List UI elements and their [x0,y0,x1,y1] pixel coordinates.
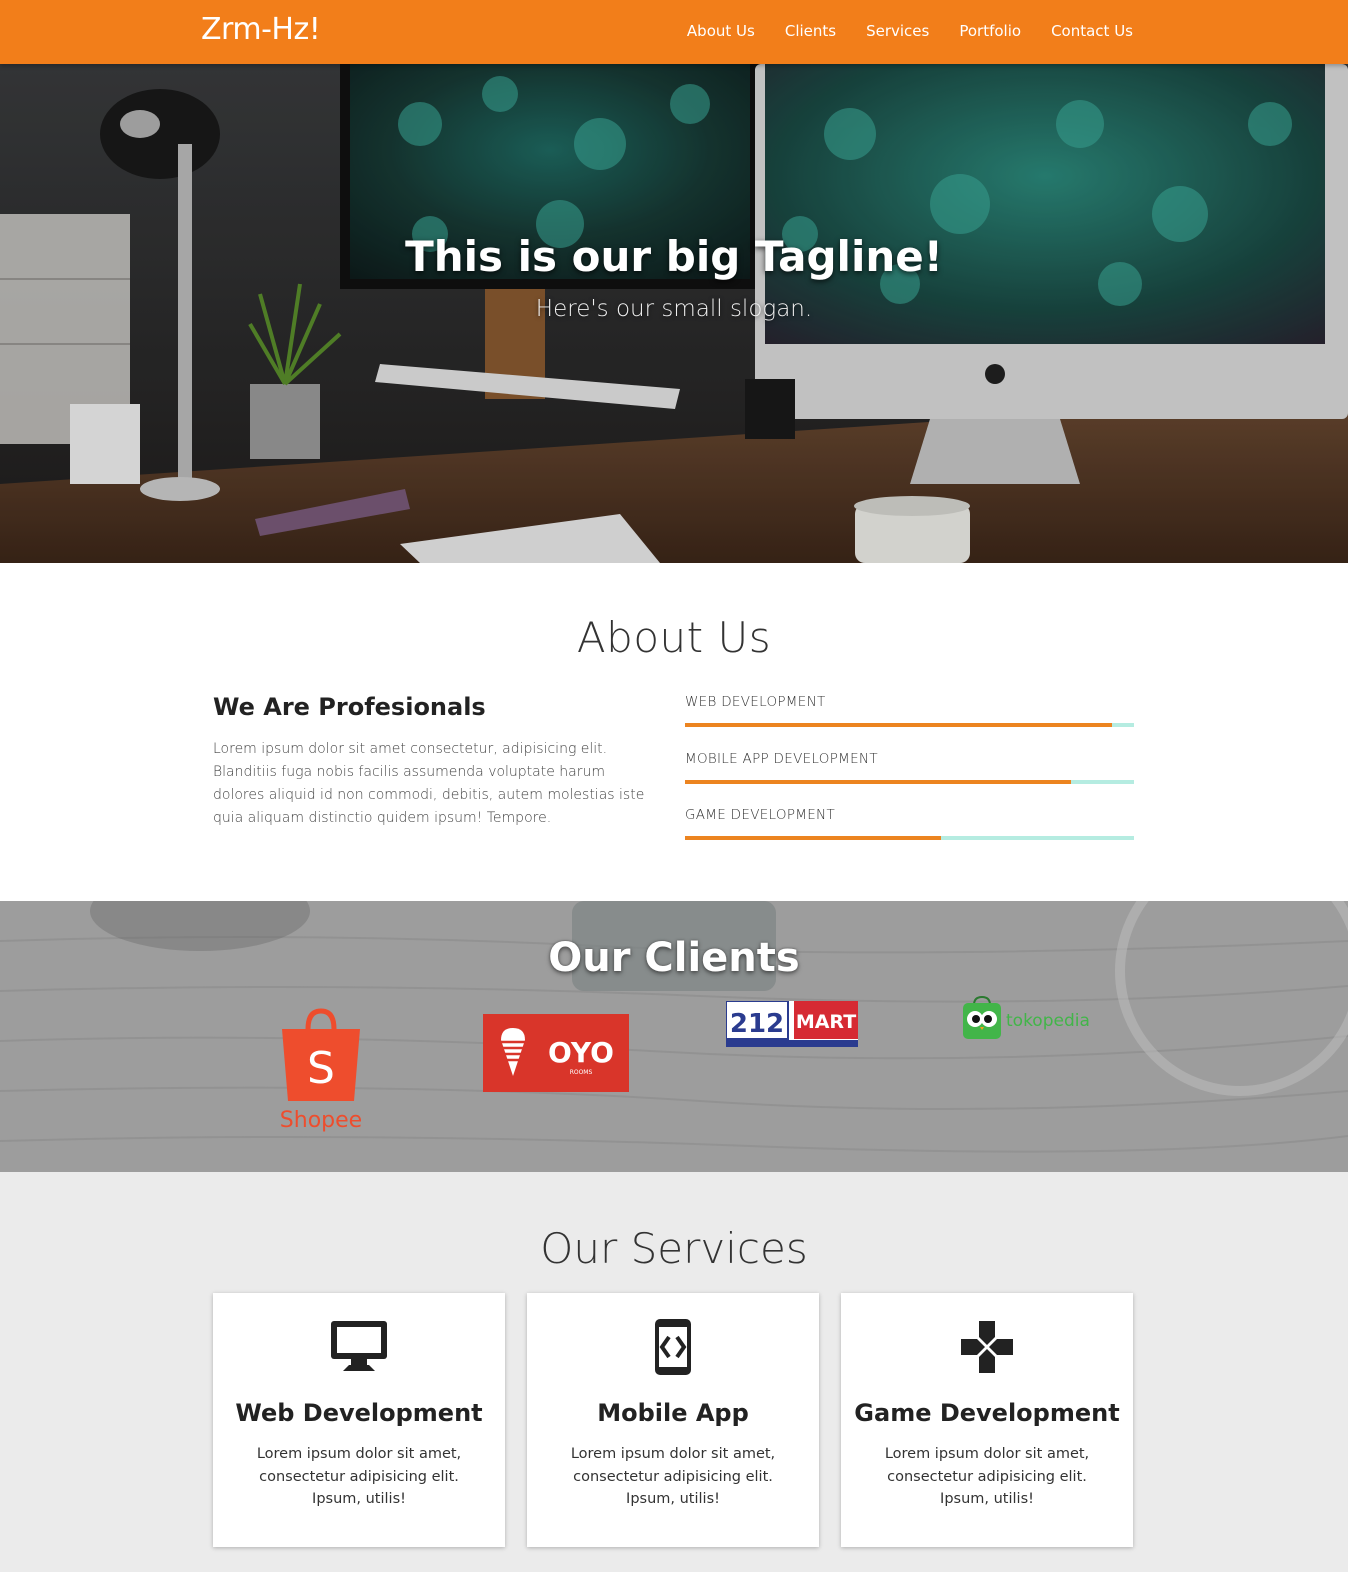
service-card-web-development: Web Development Lorem ipsum dolor sit am… [213,1293,505,1547]
nav-link-services[interactable]: Services [866,22,929,40]
hero-slogan: Here's our small slogan. [535,296,813,322]
gamepad-icon [841,1319,1133,1377]
about-title: About Us [576,613,772,662]
skill-label: GAME DEVELOPMENT [685,807,835,823]
nav-link-clients[interactable]: Clients [785,22,836,40]
service-text: Lorem ipsum dolor sit amet, consectetur … [884,1446,1090,1507]
clients-section: Our Clients S Shopee OYO ROOMS 212 MART [0,901,1348,1172]
skill-mobile-app-development: MOBILE APP DEVELOPMENT [685,751,1134,784]
service-title: Web Development [235,1399,483,1427]
oyo-logo-text: OYO [548,1036,614,1069]
mart-logo-number: 212 [730,1009,784,1039]
shopee-logo-text: Shopee [280,1108,362,1133]
skill-progress-fill [685,780,1072,784]
skill-progress-bar [685,780,1134,784]
services-title: Our Services [540,1224,808,1273]
client-logo-tokopedia: tokopedia [961,995,1101,1043]
skill-web-development: WEB DEVELOPMENT [685,694,1134,727]
skill-progress-fill [685,836,941,840]
service-text: Lorem ipsum dolor sit amet, consectetur … [570,1446,776,1507]
tokopedia-logo-text: tokopedia [1006,1011,1090,1031]
oyo-logo-subtext: ROOMS [570,1069,593,1076]
skill-game-development: GAME DEVELOPMENT [685,807,1134,840]
about-text: Lorem ipsum dolor sit amet consectetur, … [213,741,645,826]
service-text: Lorem ipsum dolor sit amet, consectetur … [256,1446,462,1507]
shopee-logo-mark: S [307,1043,335,1094]
clients-title: Our Clients [548,935,800,981]
service-title: Game Development [854,1399,1120,1427]
services-section: Our Services Web Development Lorem ipsum… [0,1172,1348,1572]
nav-link-portfolio[interactable]: Portfolio [959,22,1021,40]
nav-links: About Us Clients Services Portfolio Cont… [657,22,1133,40]
service-title: Mobile App [597,1399,749,1427]
brand-logo[interactable]: Zrm-Hz! [201,12,321,47]
client-logo-shopee: S Shopee [276,1007,366,1135]
mart-logo-text: MART [796,1011,856,1033]
hero-banner: This is our big Tagline! Here's our smal… [0,64,1348,563]
skill-label: MOBILE APP DEVELOPMENT [685,751,878,767]
skill-progress-bar [685,836,1134,840]
about-subtitle: We Are Profesionals [213,693,486,721]
desktop-icon [213,1319,505,1377]
hero-tagline: This is our big Tagline! [405,232,943,281]
nav-link-about[interactable]: About Us [687,22,755,40]
about-section: About Us We Are Profesionals Lorem ipsum… [0,563,1348,901]
skill-progress-bar [685,723,1134,727]
skill-label: WEB DEVELOPMENT [685,694,826,710]
service-card-mobile-app: Mobile App Lorem ipsum dolor sit amet, c… [527,1293,819,1547]
client-logo-212-mart: 212 MART [725,1000,858,1047]
nav-link-contact[interactable]: Contact Us [1051,22,1133,40]
service-card-game-development: Game Development Lorem ipsum dolor sit a… [841,1293,1133,1547]
skill-progress-fill [685,723,1112,727]
navbar: Zrm-Hz! About Us Clients Services Portfo… [0,0,1348,64]
mobile-code-icon [527,1319,819,1377]
client-logo-oyo: OYO ROOMS [483,1014,629,1092]
